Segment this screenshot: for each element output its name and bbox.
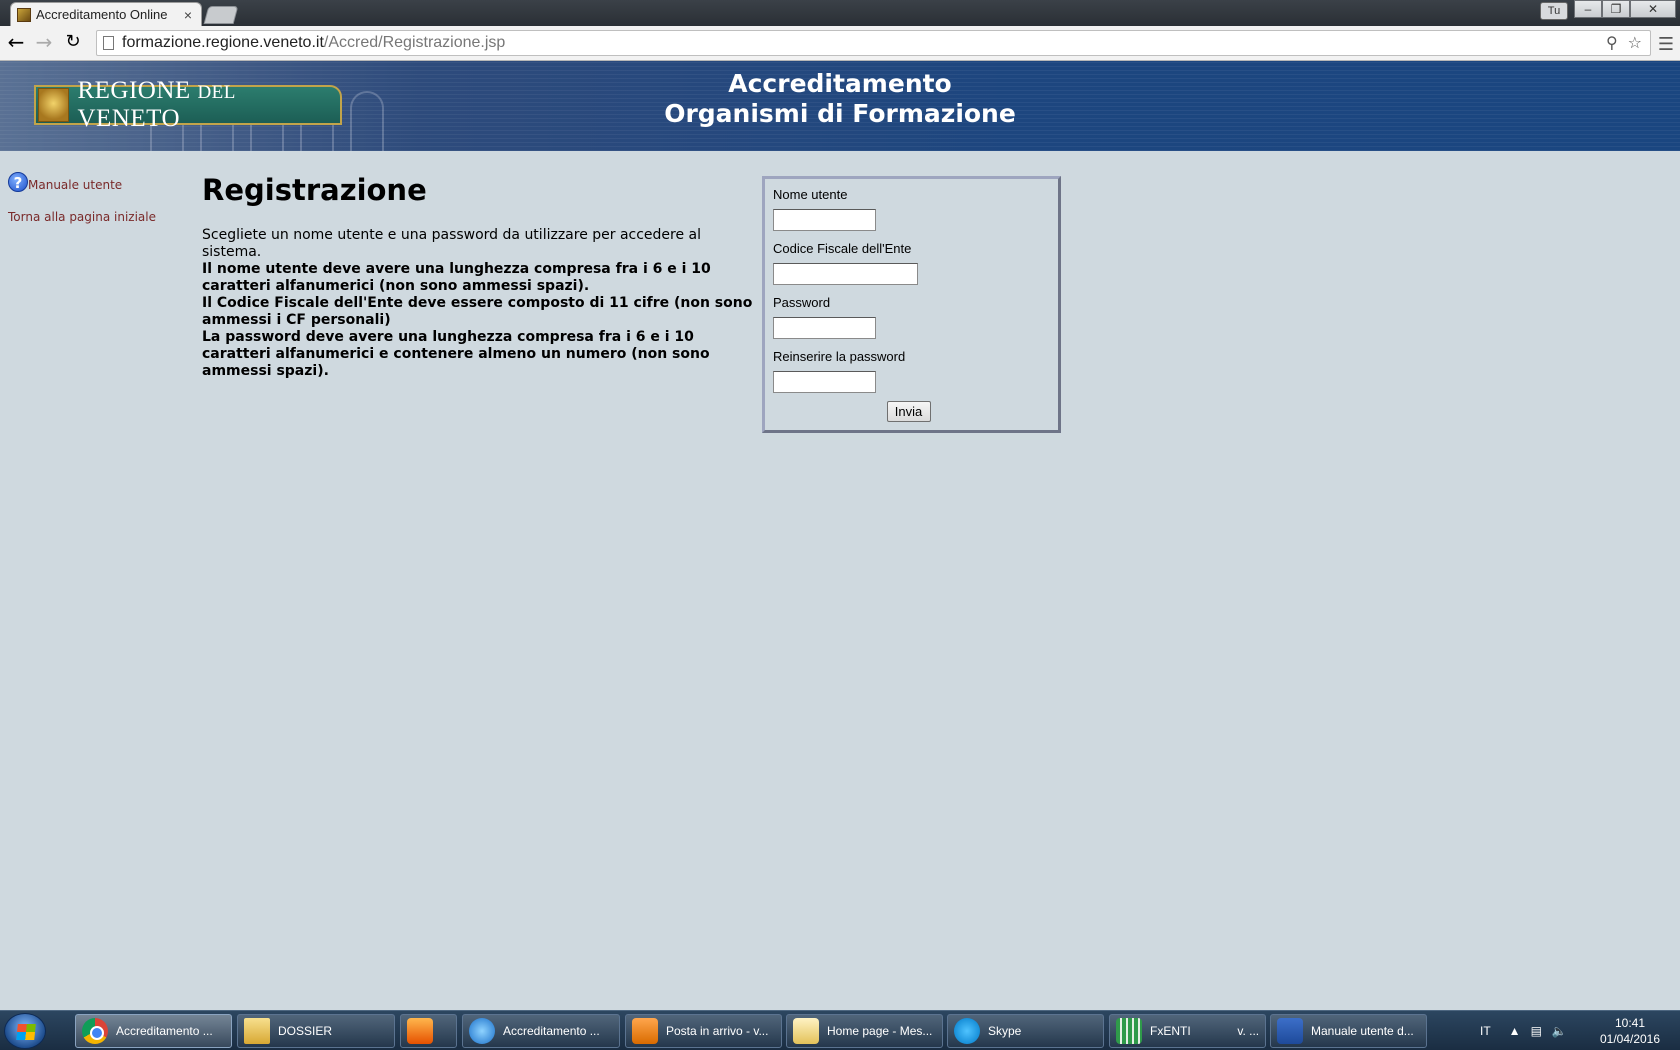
window-controls: – ❐ ✕ (1574, 0, 1676, 18)
internet-explorer-icon (469, 1018, 495, 1044)
tab-title: Accreditamento Online (36, 7, 168, 22)
left-navigation: ? Manuale utente Torna alla pagina inizi… (8, 172, 183, 224)
volume-icon[interactable]: 🔈 (1552, 1024, 1567, 1038)
restore-button[interactable]: ❐ (1602, 0, 1630, 18)
taskbar-item-label: Skype (988, 1024, 1022, 1038)
browser-toolbar: ← → ↻ formazione.regione.veneto.it/Accre… (0, 26, 1680, 61)
browser-title-bar: Accreditamento Online × Tu – ❐ ✕ (0, 0, 1680, 26)
regione-veneto-logo[interactable]: REGIONE DEL VENETO (34, 77, 342, 132)
taskbar-item-chrome[interactable]: Accreditamento ... (75, 1014, 232, 1048)
url-path: /Accred/Registrazione.jsp (323, 34, 506, 51)
taskbar-item-label: Accreditamento ... (116, 1024, 213, 1038)
tax-code-label: Codice Fiscale dell'Ente (773, 241, 912, 256)
taskbar-item-label: FxENTI v. ... (1150, 1024, 1260, 1038)
forward-arrow-icon[interactable]: → (32, 31, 56, 55)
tax-code-input[interactable] (773, 263, 918, 285)
show-hidden-icons-icon[interactable]: ▲ (1509, 1024, 1521, 1038)
browser-tab[interactable]: Accreditamento Online × (10, 2, 202, 26)
taskbar-item-label: DOSSIER (278, 1024, 333, 1038)
username-input[interactable] (773, 209, 876, 231)
manual-link-label[interactable]: Manuale utente (28, 178, 122, 192)
username-rule: Il nome utente deve avere una lunghezza … (202, 261, 711, 294)
taskbar-item-label: Home page - Mes... (827, 1024, 933, 1038)
clock-date: 01/04/2016 (1599, 1032, 1661, 1046)
site-title-line1: Accreditamento (728, 69, 952, 98)
taskbar-item-dossier[interactable]: DOSSIER (237, 1014, 395, 1048)
tax-code-rule: Il Codice Fiscale dell'Ente deve essere … (202, 295, 753, 328)
media-player-icon (407, 1018, 433, 1044)
address-bar[interactable]: formazione.regione.veneto.it/Accred/Regi… (96, 30, 1651, 56)
page-icon (103, 36, 114, 50)
help-question-icon[interactable]: ? (8, 172, 28, 192)
mail-icon (793, 1018, 819, 1044)
fxenti-icon (1116, 1018, 1142, 1044)
back-arrow-icon[interactable]: ← (4, 31, 28, 55)
taskbar-item-label: Accreditamento ... (503, 1024, 600, 1038)
bookmark-star-icon[interactable]: ☆ (1628, 33, 1642, 52)
confirm-password-input[interactable] (773, 371, 876, 393)
windows-logo-icon (16, 1024, 36, 1040)
taskbar-item-label: Manuale utente d... (1311, 1024, 1414, 1038)
taskbar-item-media[interactable] (400, 1014, 457, 1048)
taskbar-item-ie[interactable]: Accreditamento ... (462, 1014, 620, 1048)
taskbar-item-fxenti[interactable]: FxENTI v. ... (1109, 1014, 1266, 1048)
system-tray: IT ▲ ▤ 🔈 (1480, 1011, 1577, 1050)
logo-text: REGIONE DEL VENETO (77, 77, 236, 132)
taskbar-item-mail[interactable]: Home page - Mes... (786, 1014, 943, 1048)
site-title: Accreditamento Organismi di Formazione (560, 69, 1120, 129)
registration-form: Nome utente Codice Fiscale dell'Ente Pas… (762, 176, 1061, 433)
folder-icon (244, 1018, 270, 1044)
chrome-icon (82, 1018, 108, 1044)
word-icon (1277, 1018, 1303, 1044)
site-title-line2: Organismi di Formazione (664, 99, 1016, 128)
system-clock[interactable]: 10:41 01/04/2016 (1590, 1015, 1670, 1047)
browser-menu-icon[interactable]: ☰ (1658, 34, 1674, 55)
page-title: Registrazione (202, 173, 427, 207)
password-label: Password (773, 295, 831, 310)
tab-close-icon[interactable]: × (181, 7, 195, 23)
network-icon[interactable]: ▤ (1531, 1024, 1542, 1038)
lion-emblem-icon (38, 88, 70, 122)
reload-icon[interactable]: ↻ (61, 31, 85, 55)
user-profile-badge[interactable]: Tu (1540, 2, 1568, 20)
windows-taskbar: Accreditamento ... DOSSIER Accreditament… (0, 1010, 1680, 1050)
site-favicon-icon (17, 7, 31, 22)
manual-link[interactable]: ? Manuale utente (8, 172, 183, 192)
taskbar-item-skype[interactable]: Skype (947, 1014, 1104, 1048)
start-button[interactable] (4, 1013, 46, 1049)
language-indicator[interactable]: IT (1480, 1024, 1491, 1038)
url-host: formazione.regione.veneto.it (122, 34, 324, 51)
taskbar-item-label: Posta in arrivo - v... (666, 1024, 769, 1038)
close-window-button[interactable]: ✕ (1630, 0, 1676, 18)
password-rule: La password deve avere una lunghezza com… (202, 329, 710, 379)
submit-button[interactable]: Invia (886, 401, 931, 422)
key-icon[interactable]: ⚲ (1606, 33, 1618, 52)
outlook-icon (632, 1018, 658, 1044)
confirm-password-label: Reinserire la password (773, 349, 906, 364)
minimize-button[interactable]: – (1574, 0, 1602, 18)
clock-time: 10:41 (1614, 1016, 1646, 1030)
taskbar-item-word[interactable]: Manuale utente d... (1270, 1014, 1427, 1048)
intro-text: Scegliete un nome utente e una password … (202, 227, 702, 260)
taskbar-item-outlook[interactable]: Posta in arrivo - v... (625, 1014, 782, 1048)
site-header: REGIONE DEL VENETO Accreditamento Organi… (0, 61, 1680, 151)
new-tab-button[interactable] (203, 6, 239, 24)
password-input[interactable] (773, 317, 876, 339)
username-label: Nome utente (773, 187, 848, 202)
home-link[interactable]: Torna alla pagina iniziale (8, 210, 183, 224)
skype-icon (954, 1018, 980, 1044)
registration-instructions: Registrazione Scegliete un nome utente e… (202, 173, 762, 380)
